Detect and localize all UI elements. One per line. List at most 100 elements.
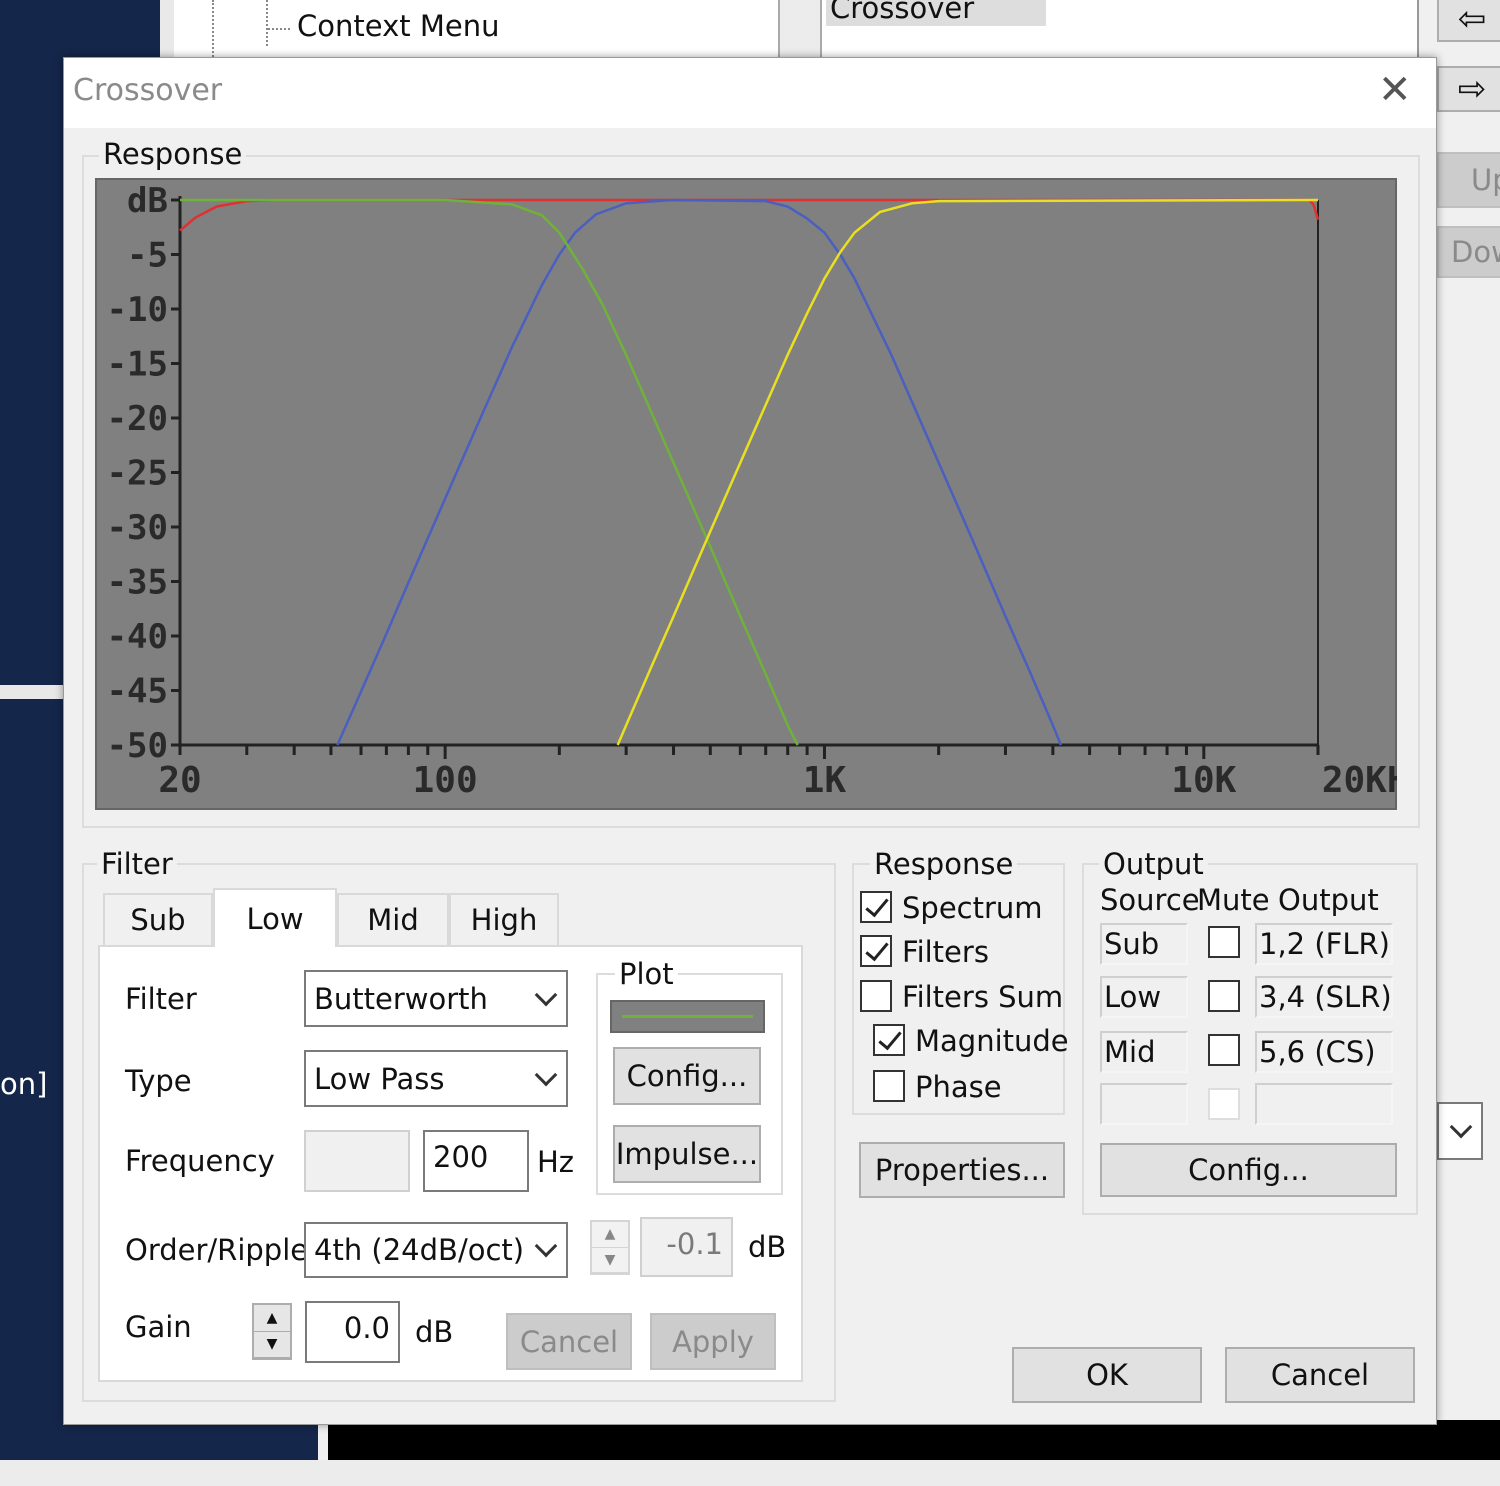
y-tick-label: -20 (107, 399, 168, 439)
spin-down-icon[interactable]: ▼ (592, 1248, 628, 1273)
forward-arrow-button[interactable]: ⇨ (1437, 66, 1500, 112)
mute-checkbox-low[interactable] (1208, 980, 1240, 1012)
impulse-button[interactable]: Impulse... (613, 1125, 761, 1183)
spin-up-icon[interactable]: ▲ (254, 1305, 290, 1332)
mute-checkbox-mid[interactable] (1208, 1034, 1240, 1066)
order-value: 4th (24dB/oct) (314, 1233, 525, 1267)
x-tick-label: 1K (803, 760, 847, 801)
output-source-empty (1100, 1083, 1188, 1125)
order-select[interactable]: 4th (24dB/oct) (304, 1222, 568, 1278)
filters-sum-checkbox[interactable] (860, 980, 892, 1012)
background-bottom-left (0, 1420, 318, 1460)
back-arrow-button[interactable]: ⇦ (1437, 0, 1500, 42)
down-button[interactable]: Dow (1437, 226, 1500, 278)
chart-frame (95, 178, 1397, 810)
filters-checkbox[interactable] (860, 935, 892, 967)
frequency-secondary-input (304, 1130, 410, 1192)
magnitude-checkbox[interactable] (873, 1024, 905, 1056)
output-header-output: Output (1278, 883, 1379, 917)
output-channel-sub: 1,2 (FLR) (1255, 923, 1393, 965)
y-tick-label: -30 (107, 508, 168, 548)
background-splitter[interactable] (778, 0, 822, 60)
phase-checkbox[interactable] (873, 1070, 905, 1102)
output-channel-empty (1255, 1083, 1393, 1125)
background-dropdown[interactable] (1437, 1102, 1483, 1160)
tab-sub[interactable]: Sub (103, 893, 213, 945)
x-tick-label: 10K (1171, 760, 1236, 801)
list-item-crossover[interactable]: Crossover (826, 0, 1046, 26)
mute-checkbox-sub[interactable] (1208, 926, 1240, 958)
tree-lines (266, 0, 268, 46)
y-tick-label: -25 (107, 454, 168, 494)
filters-sum-label: Filters Sum (902, 980, 1064, 1014)
ripple-unit: dB (748, 1230, 787, 1264)
response-group-title: Response (99, 140, 247, 169)
gain-spinner[interactable]: ▲ ▼ (252, 1303, 292, 1360)
tree-lines (212, 0, 214, 60)
spin-down-icon[interactable]: ▼ (254, 1332, 290, 1358)
frequency-label: Frequency (125, 1144, 275, 1178)
ripple-input: -0.1 (640, 1217, 733, 1277)
filter-label: Filter (125, 982, 197, 1016)
pass-type-select[interactable]: Low Pass (304, 1050, 568, 1107)
x-tick-label: 20KHz (1322, 760, 1397, 801)
frequency-value: 200 (433, 1140, 489, 1174)
frequency-unit: Hz (537, 1145, 575, 1179)
plot-color-swatch[interactable] (610, 1000, 765, 1033)
order-ripple-label: Order/Ripple (125, 1233, 309, 1267)
output-group-title: Output (1099, 850, 1208, 879)
spectrum-checkbox[interactable] (860, 891, 892, 923)
plot-config-button[interactable]: Config... (613, 1047, 761, 1105)
response-chart: dB-5-10-15-20-25-30-35-40-45-5020 100 1K 10… (95, 178, 1397, 810)
output-source-low: Low (1100, 976, 1188, 1018)
x-tick-label: 20 (158, 760, 201, 801)
ripple-spinner[interactable]: ▲ ▼ (590, 1220, 630, 1275)
plot-color-line (622, 1015, 753, 1018)
y-tick-label: -45 (107, 672, 168, 712)
output-source-mid: Mid (1100, 1031, 1188, 1073)
tab-low[interactable]: Low (213, 888, 337, 947)
output-header-source: Source (1100, 883, 1200, 917)
frequency-input[interactable]: 200 (423, 1130, 529, 1192)
output-channel-low: 3,4 (SLR) (1255, 976, 1393, 1018)
pass-type-value: Low Pass (314, 1061, 445, 1096)
chevron-down-icon (534, 1063, 558, 1086)
background-left-text: on] (0, 1067, 48, 1101)
filter-type-select[interactable]: Butterworth (304, 970, 568, 1027)
background-bottom-black (328, 1420, 1500, 1460)
filter-apply-button[interactable]: Apply (650, 1313, 776, 1370)
tab-high[interactable]: High (449, 893, 559, 945)
spin-up-icon[interactable]: ▲ (592, 1222, 628, 1248)
x-tick-label: 100 (413, 760, 478, 801)
chevron-down-icon (534, 1234, 558, 1258)
gain-label: Gain (125, 1310, 192, 1344)
dialog-title-bar[interactable] (64, 58, 1436, 128)
tab-mid[interactable]: Mid (337, 893, 449, 945)
output-header-mute: Mute (1197, 883, 1270, 917)
response-options-title: Response (870, 850, 1018, 879)
y-tick-label: -15 (107, 345, 168, 385)
y-tick-label: -10 (107, 290, 168, 330)
filter-group-title: Filter (97, 850, 177, 879)
filter-cancel-button[interactable]: Cancel (506, 1313, 632, 1370)
gain-unit: dB (415, 1315, 454, 1349)
type-label: Type (125, 1064, 192, 1098)
gain-input[interactable]: 0.0 (305, 1301, 400, 1363)
chevron-down-icon (1449, 1115, 1473, 1139)
output-source-sub: Sub (1100, 923, 1188, 965)
gain-value: 0.0 (343, 1311, 390, 1345)
close-icon[interactable]: ✕ (1378, 70, 1412, 110)
ok-button[interactable]: OK (1012, 1347, 1202, 1403)
output-channel-mid: 5,6 (CS) (1255, 1031, 1393, 1073)
y-tick-label: -40 (107, 617, 168, 657)
status-bar (0, 1460, 1500, 1486)
y-tick-label: -5 (127, 236, 168, 276)
cancel-button[interactable]: Cancel (1225, 1347, 1415, 1403)
phase-label: Phase (915, 1070, 1002, 1104)
up-button[interactable]: Up (1437, 152, 1500, 208)
properties-button[interactable]: Properties... (859, 1142, 1065, 1198)
filter-type-value: Butterworth (314, 981, 488, 1016)
tree-item-context-menu[interactable]: Context Menu (297, 12, 499, 41)
output-config-button[interactable]: Config... (1100, 1143, 1397, 1197)
spectrum-label: Spectrum (902, 891, 1043, 925)
